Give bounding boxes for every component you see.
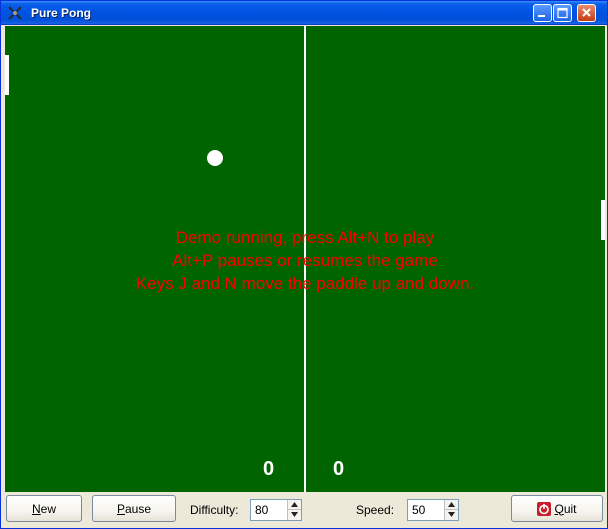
arrow-down-icon xyxy=(448,512,455,517)
crossed-paddles-icon[interactable] xyxy=(7,5,23,21)
minimize-icon xyxy=(538,15,545,17)
minimize-button[interactable] xyxy=(533,4,552,22)
maximize-icon xyxy=(557,7,568,19)
difficulty-spin-buttons xyxy=(287,500,301,520)
ball xyxy=(207,150,223,166)
left-score: 0 xyxy=(263,458,275,480)
power-icon xyxy=(537,501,552,516)
quit-button-label: uit xyxy=(563,501,577,516)
pause-button-label: ause xyxy=(124,501,152,516)
pure-pong-window: Pure Pong Demo running, press Alt+N to p… xyxy=(0,0,608,529)
close-button[interactable] xyxy=(577,4,596,22)
demo-message-line: Alt+P pauses or resumes the game xyxy=(172,251,438,270)
pause-button-mnemonic: P xyxy=(116,501,125,516)
speed-value[interactable]: 50 xyxy=(412,503,425,517)
quit-button-mnemonic: Q xyxy=(554,501,564,516)
close-icon xyxy=(582,8,591,17)
arrow-up-icon xyxy=(291,502,298,507)
speed-increment-button[interactable] xyxy=(445,500,458,510)
demo-message-line: Keys J and N move the paddle up and down… xyxy=(135,274,475,293)
title-bar[interactable]: Pure Pong xyxy=(1,1,607,25)
new-button-label: ew xyxy=(40,501,56,516)
new-button-mnemonic: N xyxy=(31,501,41,516)
arrow-up-icon xyxy=(448,502,455,507)
quit-button[interactable]: Quit xyxy=(511,495,603,522)
speed-spinner[interactable]: 50 xyxy=(407,499,459,521)
speed-spin-buttons xyxy=(444,500,458,520)
difficulty-label: Difficulty: xyxy=(190,503,239,517)
speed-decrement-button[interactable] xyxy=(445,510,458,520)
difficulty-spinner[interactable]: 80 xyxy=(250,499,302,521)
maximize-button[interactable] xyxy=(553,4,572,22)
demo-message-line: Demo running, press Alt+N to play xyxy=(175,228,435,247)
right-score: 0 xyxy=(333,458,345,480)
arrow-down-icon xyxy=(291,512,298,517)
pong-court[interactable]: Demo running, press Alt+N to play Alt+P … xyxy=(5,26,605,492)
demo-messages: Demo running, press Alt+N to play Alt+P … xyxy=(5,226,605,295)
pause-button[interactable]: Pause xyxy=(92,495,176,522)
new-game-button[interactable]: New xyxy=(6,495,82,522)
left-paddle xyxy=(5,55,9,95)
difficulty-increment-button[interactable] xyxy=(288,500,301,510)
window-title: Pure Pong xyxy=(31,6,92,20)
control-bar: New Pause Difficulty: 80 Speed: 50 Q uit xyxy=(1,492,607,528)
difficulty-value[interactable]: 80 xyxy=(255,503,268,517)
speed-label: Speed: xyxy=(356,503,395,517)
difficulty-decrement-button[interactable] xyxy=(288,510,301,520)
